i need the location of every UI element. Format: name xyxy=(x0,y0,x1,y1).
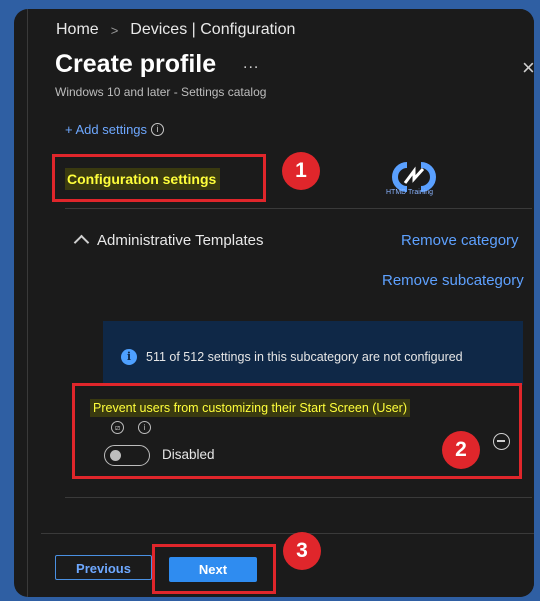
panel: Home > Devices | Configuration Create pr… xyxy=(27,9,534,597)
info-icon[interactable]: i xyxy=(138,421,151,434)
toggle-state-label: Disabled xyxy=(162,447,215,462)
chevron-up-icon[interactable] xyxy=(73,234,90,251)
info-banner: i 511 of 512 settings in this subcategor… xyxy=(103,321,523,385)
add-settings-link[interactable]: + Add settings i xyxy=(65,122,165,137)
category-header[interactable]: Administrative Templates xyxy=(73,232,264,251)
configuration-settings-highlight: Configuration settings xyxy=(52,154,266,202)
breadcrumb-home[interactable]: Home xyxy=(56,21,99,39)
breadcrumb-separator: > xyxy=(110,22,119,38)
platform-icon: ⧄ xyxy=(111,421,124,434)
info-icon[interactable]: i xyxy=(151,123,165,136)
logo-text: HTMD Training xyxy=(386,189,434,196)
breadcrumb: Home > Devices | Configuration xyxy=(56,21,295,39)
toggle-knob xyxy=(110,450,121,461)
add-settings-label: + Add settings xyxy=(65,122,148,137)
breadcrumb-current[interactable]: Devices | Configuration xyxy=(130,21,295,39)
footer-divider xyxy=(41,533,534,534)
app-frame: Home > Devices | Configuration Create pr… xyxy=(14,9,534,597)
close-icon[interactable]: × xyxy=(522,55,534,81)
section-title: Configuration settings xyxy=(65,168,221,190)
callout-badge-3: 3 xyxy=(283,532,321,570)
more-options-icon[interactable]: ... xyxy=(243,55,259,73)
remove-category-link[interactable]: Remove category xyxy=(401,232,519,249)
setting-toggle[interactable] xyxy=(104,445,150,466)
setting-icons: ⧄ i xyxy=(111,421,151,434)
next-button-highlight: Next xyxy=(152,544,276,594)
page-subtitle: Windows 10 and later - Settings catalog xyxy=(55,85,267,99)
callout-badge-1: 1 xyxy=(282,152,320,190)
previous-button[interactable]: Previous xyxy=(55,555,152,580)
category-name: Administrative Templates xyxy=(97,232,264,249)
setting-name: Prevent users from customizing their Sta… xyxy=(90,399,410,417)
page-title: Create profile xyxy=(55,50,217,78)
remove-subcategory-link[interactable]: Remove subcategory xyxy=(382,272,524,289)
callout-badge-2: 2 xyxy=(442,431,480,469)
remove-setting-icon[interactable] xyxy=(493,433,510,450)
info-icon: i xyxy=(121,349,137,365)
info-banner-text: 511 of 512 settings in this subcategory … xyxy=(146,350,463,364)
divider xyxy=(65,208,532,209)
next-button[interactable]: Next xyxy=(169,557,257,582)
divider xyxy=(65,497,532,498)
